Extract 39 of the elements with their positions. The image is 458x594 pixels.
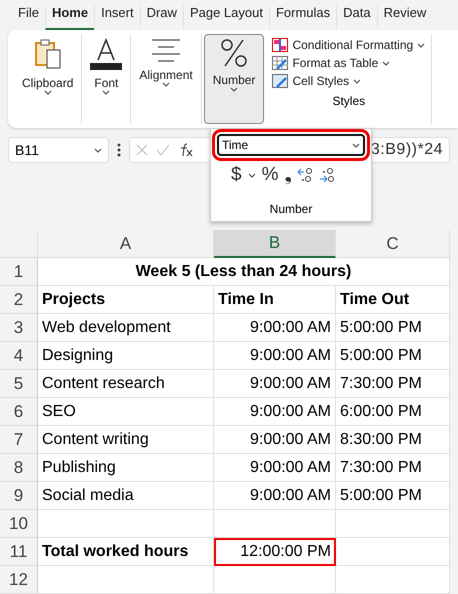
table-cell: Social media: [38, 482, 214, 510]
format-value: Time: [222, 138, 248, 152]
table-cell: 9:00:00 AM: [214, 454, 336, 482]
table-cell: 7:30:00 PM: [336, 370, 450, 398]
table-cell: 5:00:00 PM: [336, 342, 450, 370]
table-cell: SEO: [38, 398, 214, 426]
table-cell: 5:00:00 PM: [336, 314, 450, 342]
table-cell: 9:00:00 AM: [214, 314, 336, 342]
table-cell: Time In: [214, 286, 336, 314]
table-cell: 9:00:00 AM: [214, 398, 336, 426]
command-label: Cell Styles: [292, 74, 350, 88]
table-cell: 7:30:00 PM: [336, 454, 450, 482]
table-cell: Web development: [38, 314, 214, 342]
group-label: Number: [212, 73, 256, 87]
command-label: Conditional Formatting: [292, 38, 414, 52]
formula-text: 3:B9))*24: [370, 141, 443, 159]
group-label: Number: [270, 202, 312, 216]
group-label: Font: [94, 76, 118, 90]
command-label: Format as Table: [292, 56, 378, 70]
table-cell: Time Out: [336, 286, 450, 314]
table-cell: 9:00:00 AM: [214, 370, 336, 398]
table-cell: 9:00:00 AM: [214, 342, 336, 370]
table-cell: Designing: [38, 342, 214, 370]
group-label: Clipboard: [22, 76, 74, 90]
table-cell: 5:00:00 PM: [336, 482, 450, 510]
table-cell: Content writing: [38, 426, 214, 454]
table-cell: 9:00:00 AM: [214, 482, 336, 510]
table-cell: 6:00:00 PM: [336, 398, 450, 426]
title-cell: Week 5 (Less than 24 hours): [38, 258, 450, 286]
table-cell: Publishing: [38, 454, 214, 482]
group-label: Styles: [332, 94, 366, 108]
table-cell: Content research: [38, 370, 214, 398]
cell-reference: B11: [15, 142, 39, 158]
table-cell: 12:00:00 PM: [214, 538, 336, 566]
table-cell: Total worked hours: [38, 538, 214, 566]
group-label: Alignment: [139, 68, 193, 82]
table-cell: Projects: [38, 286, 214, 314]
table-cell: 8:30:00 PM: [336, 426, 450, 454]
table-cell: 9:00:00 AM: [214, 426, 336, 454]
